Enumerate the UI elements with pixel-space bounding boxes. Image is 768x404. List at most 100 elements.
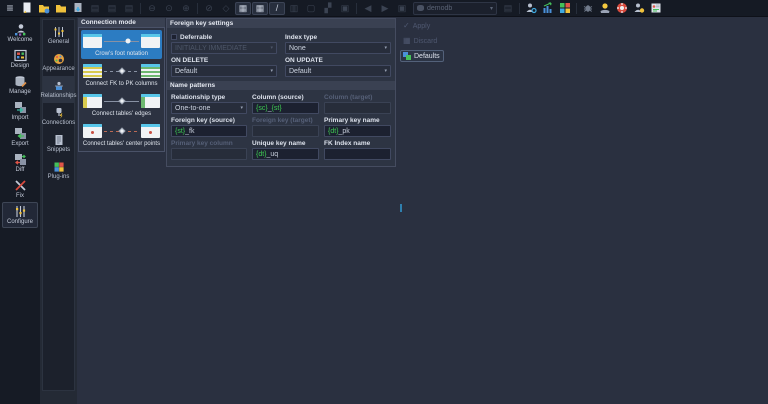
defaults-button[interactable]: Defaults xyxy=(400,50,444,62)
save-icon[interactable] xyxy=(36,2,52,15)
on-delete-label: ON DELETE xyxy=(171,56,277,64)
sidebar-item-configure[interactable]: Configure xyxy=(2,202,38,228)
chevron-down-icon: ▾ xyxy=(384,68,387,74)
fk-index-input[interactable] xyxy=(324,148,391,160)
connections-icon xyxy=(53,107,65,119)
on-update-label: ON UPDATE xyxy=(285,56,391,64)
zoom-reset-icon[interactable]: ⊙ xyxy=(161,2,177,15)
line-diamond xyxy=(118,67,125,74)
action-buttons: ✓ Apply ▦ Discard Defaults xyxy=(400,20,444,62)
sidebar-item-import[interactable]: Import xyxy=(2,98,38,124)
apply-button[interactable]: ✓ Apply xyxy=(400,20,444,32)
sidebar-item-diff[interactable]: Diff xyxy=(2,150,38,176)
toolbar-separator xyxy=(356,3,357,14)
diagram-colors-icon[interactable] xyxy=(557,2,573,15)
sidebar-item-label: Import xyxy=(11,115,28,121)
zoom-in-icon[interactable]: ⊕ xyxy=(178,2,194,15)
on-delete-dropdown[interactable]: Default ▾ xyxy=(171,65,277,77)
column-source-input[interactable]: {sc}_{st} xyxy=(252,102,319,114)
sidebar-item-fix[interactable]: Fix xyxy=(2,176,38,202)
manage-icon xyxy=(14,75,27,88)
relationship-type-dropdown[interactable]: One-to-one ▾ xyxy=(171,102,247,114)
discard-button[interactable]: ▦ Discard xyxy=(400,35,444,47)
fk-source-field: Foreign key (source) {st}_fk xyxy=(171,114,247,137)
category-label: General xyxy=(48,39,69,45)
grid-icon[interactable]: ▦ xyxy=(235,2,251,15)
help-lifebuoy-icon[interactable] xyxy=(614,2,630,15)
snap-to-grid-icon[interactable]: ▦ xyxy=(252,2,268,15)
on-update-dropdown[interactable]: Default ▾ xyxy=(285,65,391,77)
sidebar-item-design[interactable]: Design xyxy=(2,46,38,72)
import-icon xyxy=(14,101,27,114)
option-connect-table-edges[interactable]: Connect tables' edges xyxy=(81,90,162,119)
fk-index-field: FK Index name xyxy=(324,137,391,160)
category-label: Plug-ins xyxy=(48,174,70,180)
foreign-key-settings-body: Deferrable INITIALLY IMMEDIATE ▾ ON DELE… xyxy=(167,28,395,81)
option-connect-fk-to-pk[interactable]: Connect FK to PK columns xyxy=(81,60,162,89)
menu-icon[interactable]: ≡ xyxy=(2,2,18,15)
connection-mode-panel: Connection mode Crow's foot notation Con… xyxy=(78,18,165,152)
option-crows-foot-notation[interactable]: Crow's foot notation xyxy=(81,30,162,59)
database-selector[interactable]: demodb ▾ xyxy=(413,2,497,15)
index-type-dropdown[interactable]: None ▾ xyxy=(285,42,391,54)
document-icon[interactable]: ▤ xyxy=(500,2,516,15)
fk-index-label: FK Index name xyxy=(324,139,391,147)
category-snippets[interactable]: Snippets xyxy=(43,130,74,157)
pk-name-input[interactable]: {dt}_pk xyxy=(324,125,391,137)
print-layout-icon[interactable]: ▤ xyxy=(104,2,120,15)
bring-to-front-icon[interactable]: ▣ xyxy=(337,2,353,15)
draw-relation-icon[interactable]: / xyxy=(269,2,285,15)
column-source-field: Column (source) {sc}_{st} xyxy=(252,91,319,114)
donate-icon[interactable] xyxy=(597,2,613,15)
defaults-label: Defaults xyxy=(414,53,440,60)
move-tables-icon[interactable]: ▥ xyxy=(286,2,302,15)
deferrable-checkbox[interactable] xyxy=(171,34,177,40)
appearance-icon xyxy=(53,53,65,65)
new-file-icon[interactable] xyxy=(19,2,35,15)
multi-select-icon[interactable]: ▞ xyxy=(320,2,336,15)
fk-source-input[interactable]: {st}_fk xyxy=(171,125,247,137)
select-area-icon[interactable]: ▢ xyxy=(303,2,319,15)
chart-icon[interactable] xyxy=(540,2,556,15)
import-file-icon[interactable] xyxy=(70,2,86,15)
screenshot-icon[interactable]: ▣ xyxy=(394,2,410,15)
print-icon[interactable]: ▤ xyxy=(87,2,103,15)
settings-category-list: General Appearance Relationships Connect… xyxy=(42,19,75,391)
category-plugins[interactable]: Plug-ins xyxy=(43,157,74,184)
configure-icon xyxy=(14,205,27,218)
fk-target-field: Foreign key (target) xyxy=(252,114,319,137)
nav-back-icon[interactable]: ◀ xyxy=(360,2,376,15)
category-connections[interactable]: Connections xyxy=(43,103,74,130)
fit-to-window-icon[interactable]: ◇ xyxy=(218,2,234,15)
export-icon xyxy=(14,127,27,140)
zoom-out-icon[interactable]: ⊖ xyxy=(144,2,160,15)
toolbar-separator xyxy=(197,3,198,14)
sidebar-item-manage[interactable]: Manage xyxy=(2,72,38,98)
nav-forward-icon[interactable]: ▶ xyxy=(377,2,393,15)
category-appearance[interactable]: Appearance xyxy=(43,49,74,76)
line-dot xyxy=(125,39,130,44)
print-preview-icon[interactable]: ▤ xyxy=(121,2,137,15)
chevron-down-icon: ▾ xyxy=(270,68,273,74)
pattern-token: {dt} xyxy=(256,151,267,158)
unique-key-input[interactable]: {dt}_uq xyxy=(252,148,319,160)
initially-dropdown[interactable]: INITIALLY IMMEDIATE ▾ xyxy=(171,42,277,54)
certificate-icon[interactable] xyxy=(648,2,664,15)
open-folder-icon[interactable] xyxy=(53,2,69,15)
column-target-input xyxy=(324,102,391,114)
relationship-type-value: One-to-one xyxy=(175,105,210,112)
zoom-custom-icon[interactable]: ⊘ xyxy=(201,2,217,15)
donate-icon xyxy=(599,2,611,14)
debug-icon[interactable] xyxy=(580,2,596,15)
license-user-icon[interactable] xyxy=(631,2,647,15)
welcome-icon xyxy=(14,23,27,36)
category-relationships[interactable]: Relationships xyxy=(43,76,74,103)
unique-key-label: Unique key name xyxy=(252,139,319,147)
relation-line xyxy=(104,101,139,102)
sidebar-item-export[interactable]: Export xyxy=(2,124,38,150)
pk-table-icon xyxy=(141,64,160,78)
category-general[interactable]: General xyxy=(43,22,74,49)
sidebar-item-welcome[interactable]: Welcome xyxy=(2,20,38,46)
search-tables-icon[interactable] xyxy=(523,2,539,15)
option-connect-center-points[interactable]: Connect tables' center points xyxy=(81,120,162,149)
